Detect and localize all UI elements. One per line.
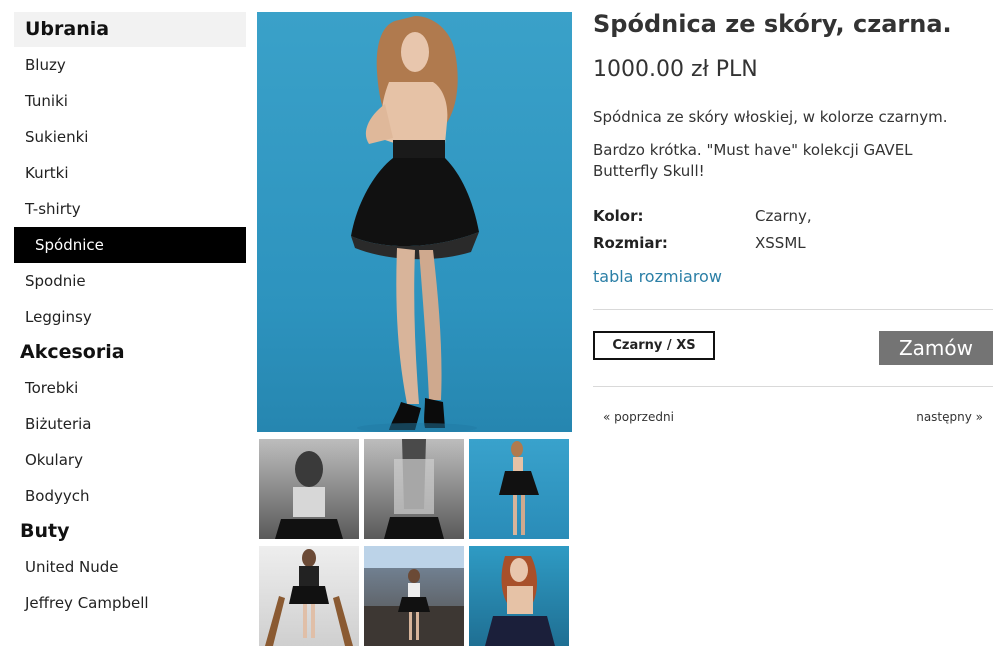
divider-bottom (593, 386, 993, 387)
thumbnail-3[interactable] (469, 439, 569, 539)
product-description-line-2: Bardzo krótka. "Must have" kolekcji GAVE… (593, 141, 913, 180)
thumbnail-runway-figure (265, 549, 353, 646)
divider-top (593, 309, 993, 310)
thumbnail-4[interactable] (259, 546, 359, 646)
product-price: 1000.00 zł PLN (593, 57, 758, 82)
sidebar-item-tuniki[interactable]: Tuniki (14, 83, 246, 119)
thumbnail-redhair-figure (485, 556, 555, 646)
category-heading-ubrania[interactable]: Ubrania (14, 12, 246, 47)
size-table-link[interactable]: tabla rozmiarow (593, 267, 722, 286)
sidebar-item-legginsy[interactable]: Legginsy (14, 299, 246, 335)
thumbnail-5[interactable] (364, 546, 464, 646)
sidebar-item-sukienki[interactable]: Sukienki (14, 119, 246, 155)
sidebar-item-kurtki[interactable]: Kurtki (14, 155, 246, 191)
sidebar-item-torebki[interactable]: Torebki (14, 370, 246, 406)
thumbnail-6[interactable] (469, 546, 569, 646)
sidebar-item-okulary[interactable]: Okulary (14, 442, 246, 478)
sidebar-item-united-nude[interactable]: United Nude (14, 549, 246, 585)
sidebar-item-bodyych[interactable]: Bodyych (14, 478, 246, 514)
category-sidebar: Ubrania Bluzy Tuniki Sukienki Kurtki T-s… (14, 12, 246, 621)
order-button[interactable]: Zamów (879, 331, 993, 365)
previous-link[interactable]: « poprzedni (603, 410, 674, 424)
category-heading-buty[interactable]: Buty (14, 514, 246, 549)
size-value: XSSML (755, 234, 806, 252)
sidebar-item-spodnice-active[interactable]: Spódnice (14, 227, 246, 263)
product-title: Spódnica ze skóry, czarna. (593, 10, 952, 38)
sidebar-item-bluzy[interactable]: Bluzy (14, 47, 246, 83)
variant-select[interactable]: Czarny / XS (593, 331, 715, 360)
category-heading-akcesoria[interactable]: Akcesoria (14, 335, 246, 370)
sidebar-item-jeffrey-campbell[interactable]: Jeffrey Campbell (14, 585, 246, 621)
sidebar-item-t-shirty[interactable]: T-shirty (14, 191, 246, 227)
thumbnail-1[interactable] (259, 439, 359, 539)
thumbnail-2[interactable] (364, 439, 464, 539)
sidebar-item-bizuteria[interactable]: Biżuteria (14, 406, 246, 442)
color-label: Kolor: (593, 207, 644, 225)
thumbnail-bw-back-figure (384, 439, 444, 539)
product-main-photo[interactable] (257, 12, 572, 432)
size-label: Rozmiar: (593, 234, 668, 252)
product-description-line-1: Spódnica ze skóry włoskiej, w kolorze cz… (593, 108, 948, 126)
color-value: Czarny, (755, 207, 812, 225)
sidebar-item-spodnie[interactable]: Spodnie (14, 263, 246, 299)
model-silhouette (351, 16, 479, 432)
thumbnail-bw-model-figure (275, 451, 343, 539)
thumbnail-catwalk-figure (364, 546, 464, 646)
next-link[interactable]: następny » (916, 410, 983, 424)
thumbnail-blue-model-figure (499, 441, 539, 535)
